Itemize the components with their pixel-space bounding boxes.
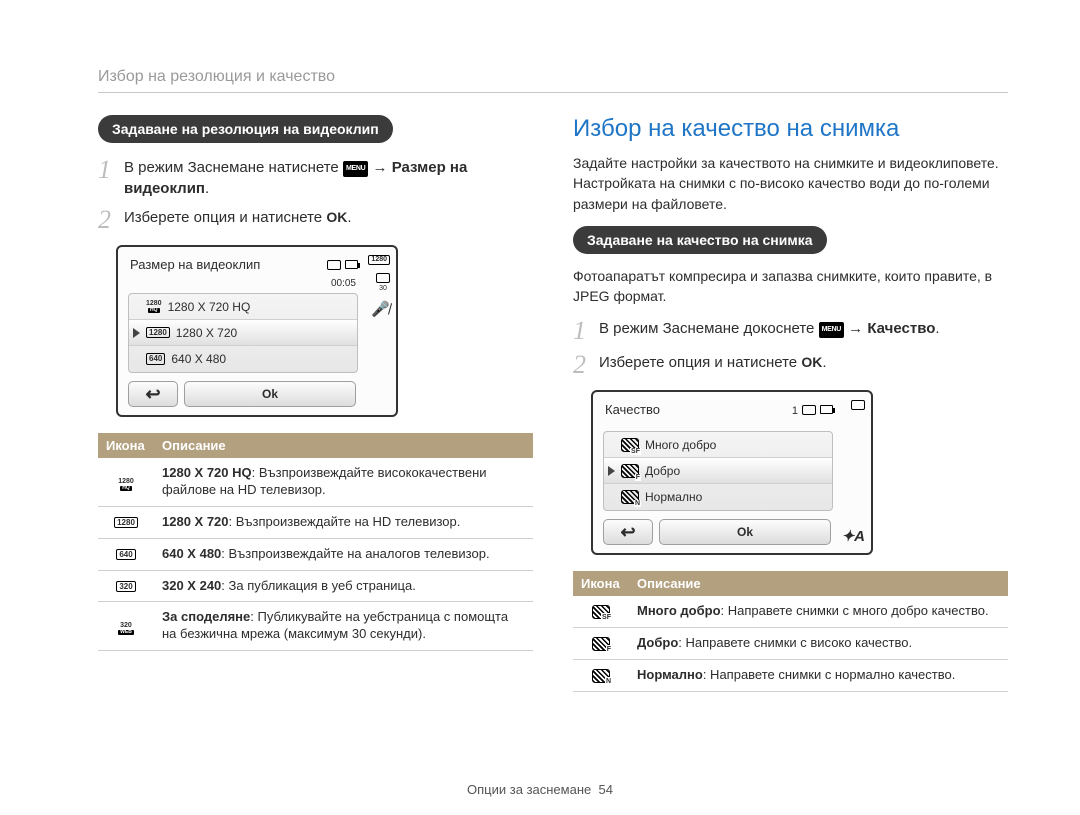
res-1280hq-icon: 1280HQ [118, 478, 134, 491]
table-header-icon: Икона [98, 433, 154, 458]
left-column: Задаване на резолюция на видеоклип 1 В р… [98, 115, 533, 692]
side-1280-icon: 1280 [368, 255, 390, 265]
lcd-row[interactable]: F Добро [604, 458, 832, 484]
lcd-ok-button[interactable]: Ok [184, 381, 356, 407]
footer-label: Опции за заснемане [467, 782, 591, 797]
step-number: 2 [98, 207, 124, 233]
step1-bold: Качество [867, 320, 935, 337]
quality-f-icon: F [592, 637, 610, 651]
lcd-row[interactable]: N Нормално [604, 484, 832, 510]
lcd-row-label: Добро [645, 464, 680, 478]
selection-triangle-icon [608, 466, 615, 476]
lcd-row[interactable]: 1280 1280 X 720 [129, 320, 357, 346]
table-row: 1280 1280 X 720: Възпроизвеждайте на HD … [98, 506, 533, 538]
card-icon [802, 405, 816, 415]
lcd-row-label: Много добро [645, 438, 716, 452]
res-320-icon: 320 [116, 581, 135, 592]
step1-text-pre: В режим Заснемане натиснете [124, 159, 343, 176]
right-step-1: 1 В режим Заснемане докоснете MENU → Кач… [573, 318, 1008, 344]
battery-icon [820, 405, 833, 419]
lcd-option-list: SF Много добро F Добро N Н [603, 431, 833, 511]
lcd-row-label: 640 X 480 [171, 352, 226, 366]
quality-n-icon: N [592, 669, 610, 683]
compress-note: Фотоапаратът компресира и запазва снимки… [573, 266, 1008, 307]
step1-text-pre: В режим Заснемане докоснете [599, 320, 819, 337]
selection-triangle-icon [133, 328, 140, 338]
video-size-lcd: Размер на видеоклип 00:05 [116, 245, 398, 417]
menu-icon: MENU [343, 161, 368, 177]
table-row: 1280HQ 1280 X 720 HQ: Възпроизвеждайте в… [98, 458, 533, 506]
res-320web-icon: 320WEB [118, 622, 134, 635]
table-row: 320WEB За споделяне: Публикувайте на уеб… [98, 602, 533, 651]
step-number: 1 [98, 157, 124, 183]
step2-text-pre: Изберете опция и натиснете [599, 354, 801, 371]
lcd-title: Качество [599, 400, 664, 423]
lcd-row[interactable]: SF Много добро [604, 432, 832, 458]
mic-off-icon: 🎤̸ [371, 300, 390, 318]
step-number: 2 [573, 352, 599, 378]
lcd-title: Размер на видеоклип [124, 255, 264, 278]
lcd-row[interactable]: 640 640 X 480 [129, 346, 357, 372]
lcd-back-button[interactable]: ↩ [128, 381, 178, 407]
ok-icon: OK [326, 209, 347, 225]
res-1280-icon: 1280 [146, 327, 170, 339]
lcd-back-button[interactable]: ↩ [603, 519, 653, 545]
battery-icon [345, 260, 358, 274]
ok-icon: OK [801, 354, 822, 370]
table-row: F Добро: Направете снимки с високо качес… [573, 628, 1008, 660]
quality-n-icon: N [621, 490, 639, 504]
lcd-count: 1 [792, 405, 798, 419]
photo-quality-heading: Избор на качество на снимка [573, 115, 1008, 143]
quality-sf-icon: SF [592, 605, 610, 619]
menu-icon: MENU [819, 322, 844, 338]
res-640-icon: 640 [116, 549, 135, 560]
lcd-row-label: 1280 X 720 [176, 326, 237, 340]
side-30fps-icon: 30 [376, 273, 390, 292]
table-row: SF Много добро: Направете снимки с много… [573, 596, 1008, 627]
lcd-option-list: 1280HQ 1280 X 720 HQ 1280 1280 X 720 [128, 293, 358, 373]
page-footer: Опции за заснемане 54 [0, 782, 1080, 797]
video-resolution-table: Икона Описание 1280HQ 1280 X 720 HQ: Въз… [98, 433, 533, 651]
lcd-row-label: 1280 X 720 HQ [168, 300, 251, 314]
quality-lcd: Качество 1 SF Мно [591, 390, 873, 555]
table-row: 640 640 X 480: Възпроизвеждайте на анало… [98, 538, 533, 570]
table-row: N Нормално: Направете снимки с нормално … [573, 660, 1008, 692]
arrow: → [373, 159, 392, 176]
card-icon [327, 260, 341, 270]
table-row: 320 320 X 240: За публикация в уеб стран… [98, 570, 533, 602]
table-header-icon: Икона [573, 571, 629, 596]
table-header-desc: Описание [154, 433, 533, 458]
right-column: Избор на качество на снимка Задайте наст… [573, 115, 1008, 692]
flash-auto-icon: ✦A [842, 527, 865, 545]
step-number: 1 [573, 318, 599, 344]
left-step-1: 1 В режим Заснемане натиснете MENU → Раз… [98, 157, 533, 199]
lcd-row-label: Нормално [645, 490, 702, 504]
arrow: → [848, 320, 867, 337]
lcd-time: 00:05 [331, 278, 356, 289]
res-1280hq-icon: 1280HQ [146, 300, 162, 313]
step2-text-pre: Изберете опция и натиснете [124, 209, 326, 226]
footer-page: 54 [598, 782, 612, 797]
lcd-ok-button[interactable]: Ok [659, 519, 831, 545]
side-frame-icon [851, 400, 865, 410]
lcd-row[interactable]: 1280HQ 1280 X 720 HQ [129, 294, 357, 320]
res-1280-icon: 1280 [114, 517, 138, 528]
quality-f-icon: F [621, 464, 639, 478]
photo-quality-intro: Задайте настройки за качеството на снимк… [573, 153, 1008, 214]
photo-quality-pill: Задаване на качество на снимка [573, 226, 827, 254]
res-640-icon: 640 [146, 353, 165, 365]
quality-sf-icon: SF [621, 438, 639, 452]
photo-quality-table: Икона Описание SF Много добро: Направете… [573, 571, 1008, 692]
table-header-desc: Описание [629, 571, 1008, 596]
breadcrumb: Избор на резолюция и качество [98, 68, 1008, 93]
right-step-2: 2 Изберете опция и натиснете OK. [573, 352, 1008, 378]
left-step-2: 2 Изберете опция и натиснете OK. [98, 207, 533, 233]
video-resolution-pill: Задаване на резолюция на видеоклип [98, 115, 393, 143]
